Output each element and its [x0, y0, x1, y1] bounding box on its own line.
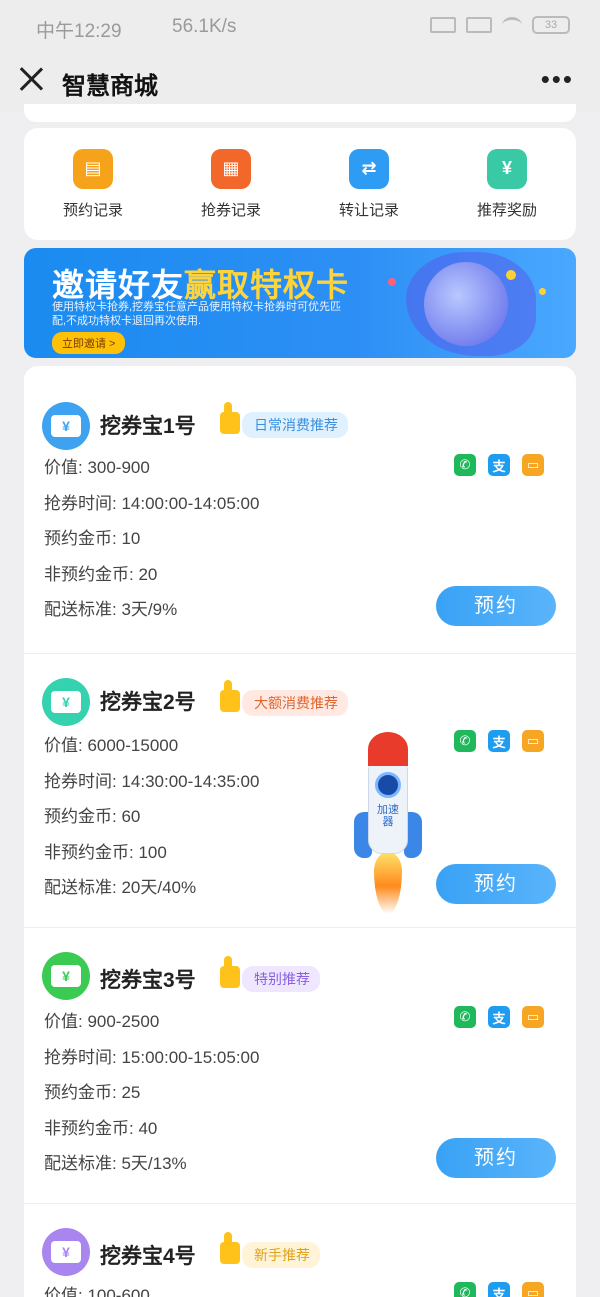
bank-card-icon: ▭ [522, 454, 544, 476]
previous-card-edge [24, 104, 576, 122]
product-details: 价值: 6000-15000 抢券时间: 14:30:00-14:35:00 预… [44, 734, 259, 912]
coin-icon [539, 288, 546, 295]
ticket-icon: ¥ [42, 1228, 90, 1276]
alipay-icon: 支 [488, 1006, 510, 1028]
booking-coins: 预约金币: 10 [44, 529, 141, 548]
accelerator-rocket[interactable]: 加速器 [352, 732, 424, 914]
calendar-chart-icon: ▦ [211, 148, 251, 189]
product-card: ¥ 挖券宝3号 特别推荐 ✆ 支 ▭ 价值: 900-2500 抢券时间: 15… [24, 928, 576, 1204]
invite-banner[interactable]: 邀请好友赢取特权卡 使用特权卡抢券,挖券宝任意产品使用特权卡抢券时可优先匹配,不… [24, 248, 576, 358]
rocket-flame [374, 852, 402, 914]
product-name: 挖券宝3号 [100, 969, 196, 992]
rocket-label: 加速器 [377, 804, 399, 828]
ticket-icon: ¥ [42, 952, 90, 1000]
status-network-speed: 56.1K/s [172, 16, 237, 37]
status-icons: 33 [430, 16, 570, 34]
menu-item-grab-records[interactable]: ▦ 抢券记录 [162, 148, 300, 220]
battery-icon: 33 [532, 16, 570, 34]
close-icon[interactable] [18, 66, 44, 92]
payment-methods: ✆ 支 ▭ [454, 454, 544, 476]
recommend-tag: 日常消费推荐 [242, 412, 348, 438]
product-card: ¥ 挖券宝4号 新手推荐 ✆ 支 ▭ 价值: 100-600 [24, 1204, 576, 1297]
recommend-tag: 大额消费推荐 [242, 690, 348, 716]
menu-item-referral-rewards[interactable]: ¥ 推荐奖励 [438, 148, 576, 220]
menu-item-label: 预约记录 [62, 201, 123, 219]
wechat-pay-icon: ✆ [454, 730, 476, 752]
ticket-icon: ¥ [42, 678, 90, 726]
alipay-icon: 支 [488, 1282, 510, 1297]
wifi-icon [502, 17, 522, 33]
delivery-standard: 配送标准: 3天/9% [44, 600, 178, 619]
menu-item-label: 推荐奖励 [476, 201, 537, 219]
recommend-tag: 新手推荐 [242, 1242, 320, 1268]
thumbs-up-icon [216, 1232, 244, 1266]
menu-item-booking-records[interactable]: ▤ 预约记录 [24, 148, 162, 220]
thumbs-up-icon [216, 402, 244, 436]
banner-title-part1: 邀请好友 [52, 267, 185, 303]
product-details: 价值: 100-600 [44, 1284, 150, 1297]
product-card: ¥ 挖券宝1号 日常消费推荐 ✆ 支 ▭ 价值: 300-900 抢券时间: 1… [24, 366, 576, 654]
payment-methods: ✆ 支 ▭ [454, 1282, 544, 1297]
ticket-icon: ¥ [42, 402, 90, 450]
banner-illustration [424, 262, 508, 346]
payment-methods: ✆ 支 ▭ [454, 1006, 544, 1028]
book-button[interactable]: 预约 [436, 586, 556, 626]
alipay-icon: 支 [488, 730, 510, 752]
non-booking-coins: 非预约金币: 20 [44, 564, 158, 584]
grab-time: 抢券时间: 14:30:00-14:35:00 [44, 771, 260, 791]
value-range: 价值: 300-900 [44, 458, 150, 477]
invite-now-button[interactable]: 立即邀请 > [52, 332, 126, 354]
signal-icon [430, 17, 456, 33]
recommend-tag: 特别推荐 [242, 966, 320, 992]
rocket-nose [368, 732, 408, 766]
status-bar: 中午12:29 56.1K/s 33 [0, 0, 600, 54]
banner-title-highlight: 赢取特权卡 [184, 267, 350, 303]
wechat-pay-icon: ✆ [454, 454, 476, 476]
non-booking-coins: 非预约金币: 100 [44, 842, 167, 862]
coin-icon [388, 278, 396, 286]
delivery-standard: 配送标准: 5天/13% [44, 1154, 187, 1173]
bank-card-icon: ▭ [522, 1006, 544, 1028]
coin-icon [506, 270, 516, 280]
banner-subtitle: 使用特权卡抢券,挖券宝任意产品使用特权卡抢券时可优先匹配,不成功特权卡退回再次使… [52, 301, 342, 327]
menu-item-transfer-records[interactable]: ⇄ 转让记录 [300, 148, 438, 220]
rocket-window-icon [375, 772, 401, 798]
grab-time: 抢券时间: 15:00:00-15:05:00 [44, 1047, 260, 1067]
calendar-card-icon: ▤ [73, 148, 113, 189]
bank-card-icon: ▭ [522, 730, 544, 752]
product-details: 价值: 900-2500 抢券时间: 15:00:00-15:05:00 预约金… [44, 1010, 259, 1188]
book-button[interactable]: 预约 [436, 864, 556, 904]
alipay-icon: 支 [488, 454, 510, 476]
thumbs-up-icon [216, 680, 244, 714]
value-range: 价值: 6000-15000 [44, 736, 179, 755]
product-name: 挖券宝2号 [100, 691, 196, 714]
booking-coins: 预约金币: 25 [44, 1083, 141, 1102]
money-bag-icon: ¥ [487, 148, 527, 189]
product-name: 挖券宝4号 [100, 1245, 196, 1268]
book-button[interactable]: 预约 [436, 1138, 556, 1178]
wechat-pay-icon: ✆ [454, 1282, 476, 1297]
booking-coins: 预约金币: 60 [44, 807, 141, 826]
menu-item-label: 抢券记录 [200, 201, 261, 219]
signal-icon-2 [466, 17, 492, 33]
more-options-icon[interactable]: ••• [541, 64, 574, 95]
page-title: 智慧商城 [62, 73, 158, 100]
product-details: 价值: 300-900 抢券时间: 14:00:00-14:05:00 预约金币… [44, 456, 259, 634]
menu-item-label: 转让记录 [338, 201, 399, 219]
payment-methods: ✆ 支 ▭ [454, 730, 544, 752]
product-card: ¥ 挖券宝2号 大额消费推荐 ✆ 支 ▭ 价值: 6000-15000 抢券时间… [24, 654, 576, 928]
clipboard-icon: ⇄ [349, 148, 389, 189]
quick-menu: ▤ 预约记录 ▦ 抢券记录 ⇄ 转让记录 ¥ 推荐奖励 [24, 128, 576, 240]
value-range: 价值: 100-600 [44, 1286, 150, 1297]
thumbs-up-icon [216, 956, 244, 990]
bank-card-icon: ▭ [522, 1282, 544, 1297]
product-name: 挖券宝1号 [100, 415, 196, 438]
wechat-pay-icon: ✆ [454, 1006, 476, 1028]
grab-time: 抢券时间: 14:00:00-14:05:00 [44, 493, 260, 513]
status-time: 中午12:29 [36, 21, 122, 42]
delivery-standard: 配送标准: 20天/40% [44, 878, 197, 897]
value-range: 价值: 900-2500 [44, 1012, 160, 1031]
non-booking-coins: 非预约金币: 40 [44, 1118, 158, 1138]
